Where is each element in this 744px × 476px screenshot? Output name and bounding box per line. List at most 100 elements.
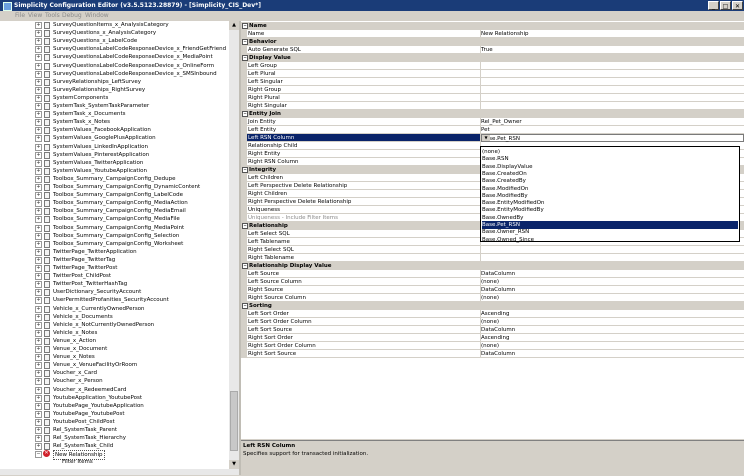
expand-plus-icon[interactable]: +: [35, 289, 42, 297]
property-value[interactable]: DataColumn: [481, 286, 744, 294]
dropdown-option[interactable]: Base.Owned_Since: [482, 236, 738, 244]
expand-plus-icon[interactable]: +: [35, 70, 42, 78]
property-row[interactable]: Right Sort Order Ascending: [241, 334, 744, 342]
expand-plus-icon[interactable]: +: [35, 402, 42, 410]
tree-item[interactable]: + Toolbox_Summary_CampaignConfig_MediaPoi…: [0, 224, 228, 232]
tree-item[interactable]: + SystemValues_GooglePlusApplication: [0, 134, 228, 143]
expand-plus-icon[interactable]: +: [35, 30, 42, 38]
collapse-minus-icon[interactable]: −: [242, 223, 248, 229]
tree-item[interactable]: + Toolbox_Summary_CampaignConfig_MediaFil…: [0, 215, 228, 224]
tree-item[interactable]: + Vehicle_x_NotCurrentlyOwnedPerson: [0, 321, 228, 329]
expand-plus-icon[interactable]: +: [35, 103, 42, 110]
expand-plus-icon[interactable]: +: [35, 240, 42, 248]
tree-item-filter-items[interactable]: Filter Items: [0, 458, 228, 466]
collapse-minus-icon[interactable]: −: [242, 55, 248, 61]
property-row[interactable]: Left Source Column (none): [241, 278, 744, 286]
expand-plus-icon[interactable]: +: [35, 192, 42, 200]
property-value[interactable]: [481, 246, 744, 254]
property-row[interactable]: Right Sort Source DataColumn: [241, 350, 744, 358]
expand-plus-icon[interactable]: +: [35, 159, 42, 167]
property-row[interactable]: Left Sort Order Ascending: [241, 310, 744, 318]
expand-plus-icon[interactable]: +: [35, 418, 42, 426]
tree-item[interactable]: + Toolbox_Summary_CampaignConfig_MediaEma…: [0, 207, 228, 216]
expand-plus-icon[interactable]: +: [35, 265, 42, 272]
property-row[interactable]: Left Group: [241, 62, 744, 70]
collapse-minus-icon[interactable]: −: [242, 23, 248, 29]
expand-plus-icon[interactable]: +: [35, 329, 42, 337]
expand-plus-icon[interactable]: +: [35, 321, 42, 329]
collapse-minus-icon[interactable]: −: [242, 39, 248, 45]
property-value[interactable]: DataColumn: [481, 350, 744, 358]
collapse-minus-icon[interactable]: −: [242, 263, 248, 269]
tree-item[interactable]: + YoutubePost_ChildPost: [0, 418, 228, 426]
expand-plus-icon[interactable]: +: [35, 281, 42, 289]
expand-plus-icon[interactable]: +: [35, 78, 42, 86]
property-row[interactable]: Left Singular: [241, 78, 744, 86]
tree-item[interactable]: + Toolbox_Summary_CampaignConfig_Workshee…: [0, 240, 228, 248]
tree-item-new-relationship[interactable]: − ✕ New Relationship: [0, 450, 228, 461]
expand-plus-icon[interactable]: +: [35, 143, 42, 151]
relationship-tree[interactable]: + SurveyQuestionItems_x_AnalysisCategory +…: [0, 21, 239, 475]
menu-view[interactable]: View: [28, 12, 42, 19]
tree-item[interactable]: + SurveyQuestionsLabelCodeResponseDevice_…: [0, 70, 228, 78]
property-value[interactable]: [481, 102, 744, 110]
property-row[interactable]: Right Source Column (none): [241, 294, 744, 302]
tree-item[interactable]: + Voucher_x_Person: [0, 377, 228, 386]
property-row[interactable]: Right Tablename: [241, 254, 744, 262]
tree-item[interactable]: + Vehicle_x_Documents: [0, 313, 228, 321]
property-value[interactable]: (none): [481, 278, 744, 286]
tree-item[interactable]: + Vehicle_x_CurrentlyOwnedPerson: [0, 305, 228, 313]
property-row[interactable]: Right Singular: [241, 102, 744, 110]
tree-item[interactable]: + Toolbox_Summary_CampaignConfig_MediaAct…: [0, 199, 228, 208]
property-value[interactable]: DataColumn: [481, 270, 744, 278]
tree-item[interactable]: + SurveyQuestionsLabelCodeResponseDevice_…: [0, 53, 228, 62]
tree-item[interactable]: + SystemTask_x_Notes: [0, 118, 228, 127]
tree-item[interactable]: + SurveyRelationships_RightSurvey: [0, 86, 228, 94]
expand-plus-icon[interactable]: +: [35, 208, 42, 216]
tree-horizontal-scrollbar[interactable]: [0, 469, 239, 475]
property-category[interactable]: − Sorting: [241, 302, 744, 310]
property-row[interactable]: Left Entity Pet: [241, 126, 744, 134]
tree-item[interactable]: + Venue_x_Action: [0, 337, 228, 345]
maximize-button[interactable]: □: [720, 1, 731, 10]
expand-plus-icon[interactable]: +: [35, 443, 42, 451]
tree-item[interactable]: + Toolbox_Summary_CampaignConfig_Selectio…: [0, 232, 228, 240]
property-value-editor[interactable]: Base.Pet_RSN ▼: [481, 134, 744, 142]
tree-item[interactable]: + TwitterPost_TwitterHashTag: [0, 280, 228, 289]
tree-item[interactable]: + SystemValues_YoutubeApplication: [0, 167, 228, 175]
tree-item[interactable]: + Voucher_x_RedeemedCard: [0, 386, 228, 394]
tree-item[interactable]: + SystemValues_LinkedInApplication: [0, 143, 228, 151]
expand-plus-icon[interactable]: +: [35, 86, 42, 94]
tree-item[interactable]: + UserPermittedProfanities_SecurityAccoun…: [0, 296, 228, 305]
tree-item[interactable]: + Venue_x_Document: [0, 345, 228, 353]
tree-item[interactable]: + TwitterPage_TwitterPost: [0, 264, 228, 272]
tree-item[interactable]: + SystemTask_x_Documents: [0, 110, 228, 119]
expand-plus-icon[interactable]: +: [35, 167, 42, 175]
tree-item[interactable]: + UserDictionary_SecurityAccount: [0, 288, 228, 297]
expand-plus-icon[interactable]: +: [35, 378, 42, 386]
expand-plus-icon[interactable]: +: [35, 224, 42, 232]
tree-item[interactable]: + SystemValues_PinterestApplication: [0, 151, 228, 159]
expand-plus-icon[interactable]: +: [35, 370, 42, 378]
property-value[interactable]: (none): [481, 294, 744, 302]
tree-item[interactable]: + Toolbox_Summary_CampaignConfig_DynamicC…: [0, 183, 228, 191]
expand-plus-icon[interactable]: +: [35, 184, 42, 191]
property-value[interactable]: [481, 78, 744, 86]
property-category[interactable]: − Behavior: [241, 38, 744, 46]
property-category[interactable]: − Display Value: [241, 54, 744, 62]
expand-plus-icon[interactable]: +: [35, 337, 42, 345]
tree-item[interactable]: + SurveyQuestionsLabelCodeResponseDevice_…: [0, 45, 228, 54]
property-row[interactable]: Right Plural: [241, 94, 744, 102]
expand-plus-icon[interactable]: +: [35, 175, 42, 183]
property-value[interactable]: Ascending: [481, 334, 744, 342]
collapse-minus-icon[interactable]: −: [242, 111, 248, 117]
expand-plus-icon[interactable]: +: [35, 362, 42, 370]
rsn-column-dropdown-list[interactable]: (none) Base.RSN Base.DisplayValue Base.Crea…: [480, 146, 740, 244]
collapse-minus-icon[interactable]: −: [242, 303, 248, 309]
tree-item[interactable]: + SystemValues_FacebookApplication: [0, 126, 228, 135]
property-category[interactable]: − Relationship Display Value: [241, 262, 744, 270]
tree-item[interactable]: + Rel_SystemTask_Child: [0, 442, 228, 451]
property-row[interactable]: Right Sort Order Column (none): [241, 342, 744, 350]
expand-plus-icon[interactable]: +: [35, 38, 42, 46]
tree-vertical-scrollbar[interactable]: ▲ ▼: [229, 21, 239, 469]
